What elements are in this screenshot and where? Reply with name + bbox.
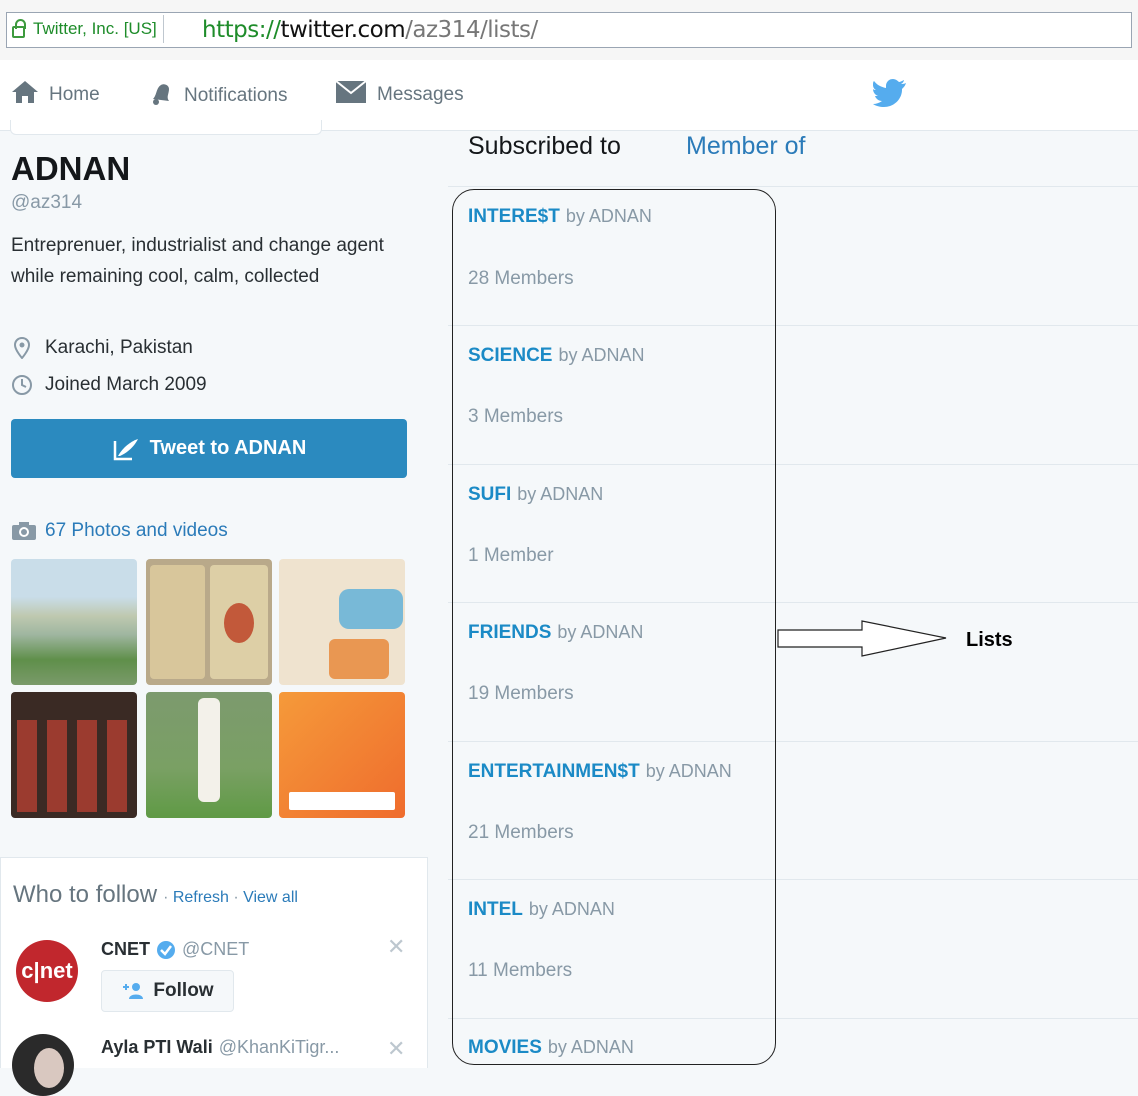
annotation-label: Lists — [966, 629, 1013, 651]
nav-notifications[interactable]: Notifications — [148, 80, 288, 112]
profile-bio: Entreprenuer, industrialist and change a… — [11, 235, 384, 287]
profile-location: Karachi, Pakistan — [11, 337, 193, 359]
photo-thumbnail-infographic[interactable] — [279, 692, 405, 818]
nav-notifications-label: Notifications — [184, 85, 288, 106]
who-to-follow-links: · Refresh · View all — [163, 889, 298, 907]
location-text: Karachi, Pakistan — [45, 337, 193, 358]
who-to-follow-header: Who to follow · Refresh · View all — [13, 881, 298, 909]
location-pin-icon — [11, 337, 33, 359]
tab-member-of[interactable]: Member of — [686, 132, 805, 161]
lock-icon — [12, 19, 26, 38]
twitter-bird-icon[interactable] — [873, 79, 907, 114]
divider — [448, 186, 1138, 187]
who-to-follow-title: Who to follow — [13, 881, 158, 908]
bell-icon — [148, 80, 174, 112]
photos-videos-link[interactable]: 67 Photos and videos — [11, 520, 228, 542]
dismiss-icon[interactable]: ✕ — [387, 1036, 405, 1062]
envelope-icon — [335, 80, 367, 110]
verified-badge-icon — [156, 940, 176, 960]
photos-link-label: 67 Photos and videos — [45, 520, 228, 541]
photo-thumbnail-golf[interactable] — [146, 692, 272, 818]
cnet-logo-text: c|net — [21, 958, 73, 983]
tweet-button-label: Tweet to ADNAN — [149, 437, 307, 459]
security-indicator[interactable]: Twitter, Inc. [US] — [12, 15, 164, 43]
home-icon — [11, 80, 39, 110]
profile-name[interactable]: ADNAN — [11, 150, 130, 188]
lists-highlight-outline — [452, 189, 776, 1065]
photo-thumbnail-drawing[interactable] — [279, 559, 405, 685]
profile-handle[interactable]: @az314 — [11, 192, 82, 214]
security-label: Twitter, Inc. [US] — [33, 19, 157, 38]
nav-messages[interactable]: Messages — [335, 80, 464, 110]
separator: · — [228, 889, 244, 906]
url-field[interactable] — [6, 12, 1132, 48]
nav-messages-label: Messages — [377, 84, 464, 105]
account-handle: @CNET — [182, 939, 250, 959]
account-name: Ayla PTI Wali — [101, 1037, 213, 1057]
url-scheme: https:// — [202, 17, 281, 43]
joined-text: Joined March 2009 — [45, 374, 207, 395]
profile-card-edge — [10, 120, 322, 135]
nav-home[interactable]: Home — [11, 80, 100, 110]
annotation-arrow-icon — [776, 618, 956, 667]
photo-thumbnail-aerial[interactable] — [11, 559, 137, 685]
tweet-to-button[interactable]: Tweet to ADNAN — [11, 419, 407, 478]
account-handle: @KhanKiTigr... — [218, 1037, 340, 1057]
url-text[interactable]: https://twitter.com/az314/lists/ — [202, 17, 538, 43]
quill-icon — [112, 437, 140, 461]
photo-thumbnail-cards[interactable] — [146, 559, 272, 685]
account-name: CNET — [101, 939, 150, 959]
cnet-avatar[interactable]: c|net — [16, 940, 78, 1002]
photo-thumbnail-posters[interactable] — [11, 692, 137, 818]
ayla-avatar[interactable] — [12, 1034, 74, 1096]
camera-icon — [11, 521, 37, 541]
tab-subscribed-to[interactable]: Subscribed to — [468, 132, 621, 161]
clock-icon — [11, 374, 33, 396]
nav-home-label: Home — [49, 84, 100, 105]
follow-button-label: Follow — [153, 980, 214, 1001]
separator: · — [163, 889, 173, 906]
account-cnet[interactable]: CNET @CNET — [101, 939, 249, 960]
url-path: /az314/lists/ — [405, 17, 538, 43]
follow-button[interactable]: Follow — [101, 970, 234, 1012]
view-all-link[interactable]: View all — [243, 889, 298, 906]
account-ayla[interactable]: Ayla PTI Wali @KhanKiTigr... — [101, 1037, 339, 1058]
profile-joined: Joined March 2009 — [11, 374, 207, 396]
url-domain: twitter.com — [280, 17, 406, 43]
dismiss-icon[interactable]: ✕ — [387, 934, 405, 960]
add-user-icon — [121, 982, 145, 1000]
refresh-link[interactable]: Refresh — [173, 889, 229, 906]
